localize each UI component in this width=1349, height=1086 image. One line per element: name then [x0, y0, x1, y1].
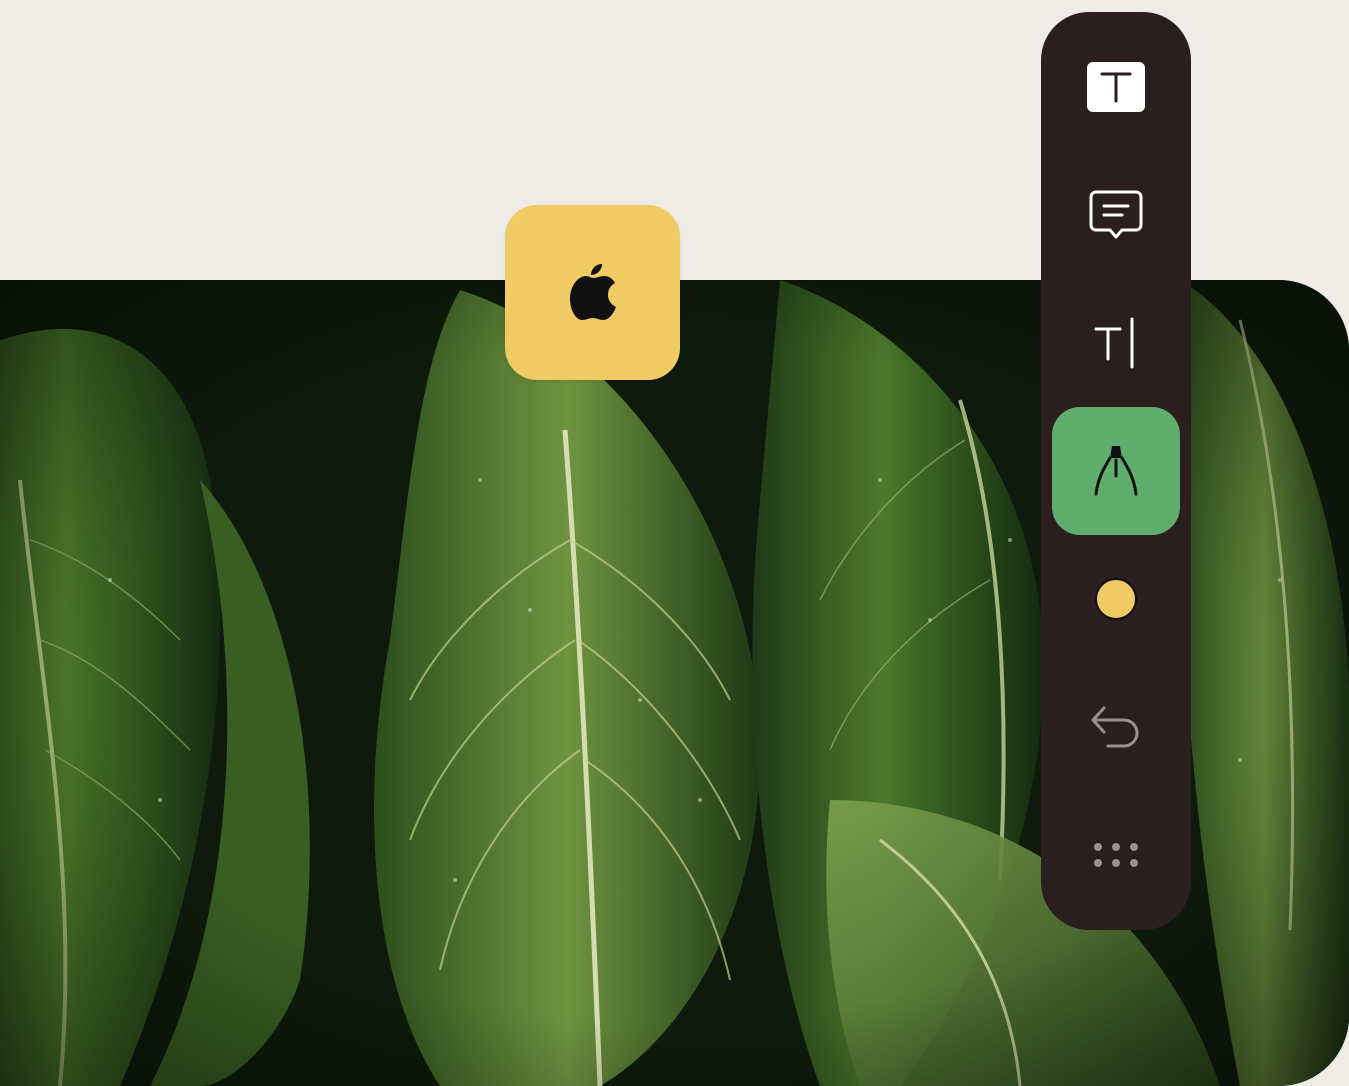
undo-icon	[1090, 702, 1142, 752]
undo-button[interactable]	[1052, 663, 1180, 791]
pen-nib-icon	[1092, 442, 1140, 500]
chat-bubble-icon	[1088, 189, 1144, 241]
color-swatch-icon	[1094, 577, 1138, 621]
text-box-icon	[1086, 61, 1146, 113]
text-box-tool[interactable]	[1052, 23, 1180, 151]
more-options-button[interactable]	[1052, 791, 1180, 919]
text-cursor-icon	[1092, 315, 1140, 371]
more-dots-icon	[1093, 841, 1139, 869]
apple-logo-icon	[569, 260, 617, 325]
pen-tool[interactable]	[1052, 407, 1180, 535]
text-cursor-tool[interactable]	[1052, 279, 1180, 407]
comment-tool[interactable]	[1052, 151, 1180, 279]
app-tile[interactable]	[505, 205, 680, 380]
color-picker[interactable]	[1052, 535, 1180, 663]
annotation-toolbar	[1041, 12, 1191, 930]
